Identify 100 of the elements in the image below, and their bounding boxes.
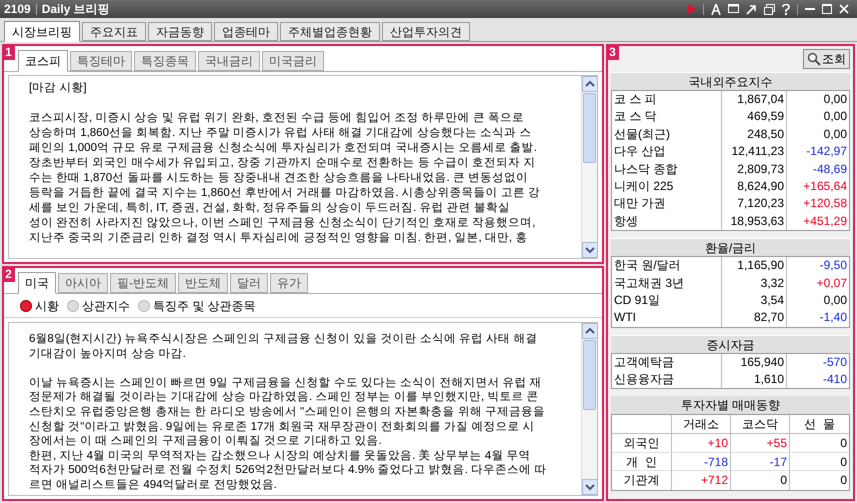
table-cell-text: 0 <box>839 454 848 471</box>
table-cell: 개 인 <box>612 452 672 471</box>
radio-button[interactable] <box>138 300 150 312</box>
table-cell: 12,411,23 <box>722 143 787 161</box>
radio-button[interactable] <box>67 300 79 312</box>
table-cell: +55 <box>731 434 790 452</box>
screen-number: 2109 <box>4 1 31 18</box>
table-cell-text: -48,69 <box>812 160 848 178</box>
table-cell: 코 스 피 <box>612 91 722 108</box>
section-heading: [마감 시황] <box>29 81 88 96</box>
column-header: 거래소 <box>672 415 731 434</box>
table-cell: 3,32 <box>722 274 787 292</box>
radio-option[interactable]: 특징주 및 상관종목 <box>138 296 256 314</box>
tab[interactable]: 국내금리 <box>198 51 260 71</box>
table-cell: 고객예탁금 <box>612 354 722 372</box>
arrow-icon[interactable] <box>746 4 757 14</box>
table-cell: 469,59 <box>722 108 787 126</box>
tab[interactable]: 아시아 <box>58 273 108 293</box>
table-cell: 165,940 <box>722 354 787 372</box>
table-cell: +10 <box>672 434 731 452</box>
table-cell-text: +0,07 <box>816 274 848 292</box>
radio-option[interactable]: 상관지수 <box>67 296 130 314</box>
table-cell: 항셍 <box>612 212 722 230</box>
windows-icon[interactable] <box>764 4 775 14</box>
table-cell: 1,165,90 <box>722 257 787 275</box>
radio-option[interactable]: 시황 <box>20 296 59 314</box>
table-cell: 2,809,73 <box>722 160 787 178</box>
table-cell: 외국인 <box>612 434 672 452</box>
table-cell: 국고채권 3년 <box>612 274 722 292</box>
scrollbar[interactable] <box>581 76 597 258</box>
section-badge: 3 <box>606 44 619 60</box>
table-cell: 나스닥 종합 <box>612 160 722 178</box>
table-cell: 1,610 <box>722 371 787 388</box>
tab[interactable]: 미국금리 <box>262 51 324 71</box>
table-cell: 기관계 <box>612 471 672 490</box>
table-cell: 248,50 <box>722 126 787 144</box>
table-cell-text: 0,00 <box>822 91 848 108</box>
table-title: 증시자금 <box>611 334 850 353</box>
table-cell: 3,54 <box>722 292 787 310</box>
tab[interactable]: 코스피 <box>18 50 68 72</box>
table-cell-text: -1,40 <box>818 309 848 326</box>
table-cell: 0 <box>731 471 790 490</box>
table-cell: 선물(최근) <box>612 126 722 144</box>
table-cell: CD 91일 <box>612 292 722 310</box>
table-cell-text: -570 <box>822 354 848 371</box>
table-cell: 1,867,04 <box>722 91 787 108</box>
tab[interactable]: 특징테마 <box>70 51 132 71</box>
column-header: 선 물 <box>803 416 836 434</box>
table-cell-text: -9,50 <box>818 257 848 274</box>
section-badge: 1 <box>2 44 15 60</box>
table-cell-text: +165,64 <box>802 178 848 195</box>
tab[interactable]: 산업투자의견 <box>382 22 470 41</box>
font-icon[interactable] <box>711 4 721 14</box>
tab[interactable]: 업종테마 <box>214 22 278 41</box>
table-cell: 18,953,63 <box>722 212 787 230</box>
column-header: 코스닥 <box>731 415 790 434</box>
tab[interactable]: 자금동향 <box>148 22 212 41</box>
section-badge: 2 <box>2 266 15 282</box>
tab[interactable]: 필-반도체 <box>110 273 176 293</box>
help-icon[interactable] <box>782 4 790 14</box>
radio-button[interactable] <box>20 300 32 312</box>
search-button[interactable]: 조회 <box>803 49 850 69</box>
tab[interactable]: 미국 <box>18 272 56 294</box>
table-cell-text: +120,58 <box>802 195 848 212</box>
table-cell-text: 0,00 <box>822 292 848 309</box>
tab[interactable]: 특징종목 <box>134 51 196 71</box>
table-cell: 코 스 닥 <box>612 108 722 126</box>
table-cell: 8,624,90 <box>722 178 787 196</box>
scrollbar[interactable] <box>581 323 597 495</box>
table-cell: 니케이 225 <box>612 178 722 196</box>
tab[interactable]: 유가 <box>270 273 308 293</box>
table-cell-text: 0,00 <box>822 126 848 143</box>
table-cell: 7,120,23 <box>722 195 787 213</box>
minimize-icon[interactable] <box>805 8 815 10</box>
search-icon <box>807 52 821 66</box>
table-cell: 신용융자금 <box>612 371 722 388</box>
table-cell-text: 0 <box>839 435 848 452</box>
table-cell: 한국 원/달러 <box>612 257 722 275</box>
table-cell: 대만 가권 <box>612 195 722 213</box>
table-cell-text: -410 <box>822 371 848 388</box>
window-title: Daily 브리핑 <box>42 1 110 18</box>
table-cell-text: 0 <box>839 472 848 490</box>
table-cell-text: 0,00 <box>822 108 848 126</box>
tab[interactable]: 반도체 <box>178 273 228 293</box>
tab[interactable]: 달러 <box>230 273 268 293</box>
close-icon[interactable] <box>839 4 849 14</box>
window-icon[interactable] <box>728 4 739 14</box>
maximize-icon[interactable] <box>822 4 832 14</box>
table-cell-text: -142,97 <box>805 143 848 160</box>
table-cell: +712 <box>672 471 731 490</box>
table-title: 투자자별 매매동향 <box>611 396 850 414</box>
table-cell: 다우 산업 <box>612 143 722 161</box>
tab[interactable]: 주체별업종현황 <box>280 22 380 41</box>
table-cell: -718 <box>672 452 731 471</box>
table-cell-text: +451,29 <box>802 212 848 230</box>
tab[interactable]: 시장브리핑 <box>4 21 80 42</box>
tab[interactable]: 주요지표 <box>82 22 146 41</box>
table-cell: 82,70 <box>722 309 787 327</box>
table-cell: -17 <box>731 452 790 471</box>
table-cell: WTI <box>612 309 722 327</box>
